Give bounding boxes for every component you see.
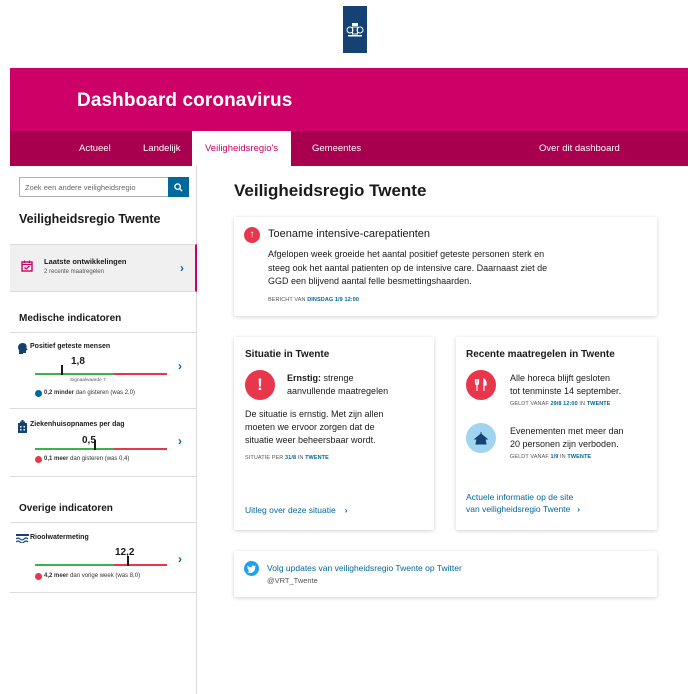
situation-card: Situatie in Twente ! Ernstig: strenge aa…: [234, 337, 434, 530]
measure-events-meta: GELDT VANAF 1/9 IN TWENTE: [510, 454, 592, 460]
person-head-icon: [18, 343, 28, 354]
twitter-handle: @VRT_Twente: [267, 576, 318, 585]
chevron-right-icon: ›: [178, 552, 182, 566]
indicator-value: 1,8: [71, 356, 85, 367]
sidebar: Veiligheidsregio Twente Laatste ontwikke…: [10, 166, 197, 694]
change-up-icon: [35, 573, 42, 580]
calendar-icon: [21, 260, 33, 272]
bar-marker: [94, 440, 96, 450]
search-button[interactable]: [168, 177, 189, 197]
situation-title: Situatie in Twente: [245, 349, 330, 360]
divider: [10, 592, 197, 593]
main-nav: Actueel Landelijk Veiligheidsregio's Gem…: [10, 131, 688, 167]
latest-title: Laatste ontwikkelingen: [44, 257, 127, 266]
arrow-up-icon: ↑: [244, 227, 260, 243]
government-logo: [343, 6, 367, 53]
warning-icon: !: [245, 370, 275, 400]
measures-title: Recente maatregelen in Twente: [466, 349, 615, 360]
change-up-icon: [35, 456, 42, 463]
chevron-right-icon: ›: [344, 505, 348, 515]
search-icon: [174, 182, 183, 192]
chevron-right-icon: ›: [577, 504, 581, 514]
nav-veiligheidsregios[interactable]: Veiligheidsregio's: [192, 131, 292, 167]
indicator-title: Positief geteste mensen: [30, 343, 111, 350]
hospital-icon: [18, 420, 27, 433]
indicator-title: Rioolwatermeting: [30, 534, 89, 541]
measure-horeca: Alle horeca blijft gesloten tot tenminst…: [510, 373, 622, 396]
page: Dashboard coronavirus Actueel Landelijk …: [0, 0, 688, 694]
indicator-title: Ziekenhuisopnames per dag: [30, 421, 125, 428]
divider: [10, 408, 197, 409]
sewage-icon: [16, 534, 29, 543]
twitter-card[interactable]: Volg updates van veiligheidsregio Twente…: [234, 551, 657, 597]
measures-card: Recente maatregelen in Twente Alle horec…: [456, 337, 657, 530]
chevron-right-icon: ›: [178, 359, 182, 373]
other-indicators-title: Overige indicatoren: [19, 503, 113, 514]
divider: [10, 522, 197, 523]
page-title: Veiligheidsregio Twente: [234, 181, 427, 200]
change-down-icon: [35, 390, 42, 397]
latest-subtitle: 2 recente maatregelen: [44, 269, 105, 275]
event-tent-icon: [466, 423, 496, 453]
region-title: Veiligheidsregio Twente: [19, 212, 161, 226]
nav-landelijk[interactable]: Landelijk: [143, 131, 181, 166]
twitter-icon: [244, 561, 259, 576]
situation-body: De situatie is ernstig. Met zijn allen m…: [245, 409, 384, 445]
region-site-link[interactable]: Actuele informatie op de site van veilig…: [466, 491, 580, 515]
bar-track: [35, 373, 167, 375]
nav-gemeentes[interactable]: Gemeentes: [312, 131, 361, 166]
site-header: Dashboard coronavirus Actueel Landelijk …: [10, 68, 688, 167]
coat-of-arms-icon: [346, 22, 364, 36]
indicator-change-note: 4,2 meer dan vorige week (was 8,0): [44, 573, 141, 579]
chevron-right-icon: ›: [180, 261, 184, 275]
horeca-icon: [466, 370, 496, 400]
latest-developments-item[interactable]: Laatste ontwikkelingen 2 recente maatreg…: [10, 244, 197, 292]
situation-meta: SITUATIE PER 31/8 IN TWENTE: [245, 455, 329, 461]
alert-heading: Toename intensive-carepatienten: [268, 228, 431, 240]
indicator-change-note: 0,2 minder dan gisteren (was 2,0): [44, 390, 136, 396]
alert-card: ↑ Toename intensive-carepatienten Afgelo…: [234, 217, 657, 316]
bar-track: [35, 448, 167, 450]
alert-body: Afgelopen week groeide het aantal positi…: [268, 249, 548, 286]
chevron-right-icon: ›: [178, 434, 182, 448]
nav-actueel[interactable]: Actueel: [79, 131, 111, 166]
divider: [10, 332, 197, 333]
signal-label: Signaalwaarde 7: [70, 378, 106, 383]
twitter-link[interactable]: Volg updates van veiligheidsregio Twente…: [267, 562, 462, 574]
measure-horeca-meta: GELDT VANAF 29/8 12:00 IN TWENTE: [510, 401, 611, 407]
measure-events: Evenementen met meer dan 20 personen zij…: [510, 426, 624, 449]
medical-indicators-title: Medische indicatoren: [19, 313, 122, 324]
nav-over-dit-dashboard[interactable]: Over dit dashboard: [539, 131, 620, 166]
site-title: Dashboard coronavirus: [77, 90, 293, 111]
indicator-value: 12,2: [115, 547, 135, 558]
region-search: [19, 177, 189, 197]
bar-marker: [61, 365, 63, 375]
indicator-change-note: 0,1 meer dan gisteren (was 0,4): [44, 456, 130, 462]
alert-meta: BERICHT VAN DINSDAG 1/9 12:00: [268, 297, 360, 303]
situation-status: Ernstig: strenge aanvullende maatregelen: [287, 373, 389, 396]
search-input[interactable]: [20, 178, 168, 196]
bar-track: [35, 564, 167, 566]
situation-explanation-link[interactable]: Uitleg over deze situatie ›: [245, 504, 348, 516]
divider: [10, 476, 197, 477]
bar-marker: [127, 556, 129, 566]
